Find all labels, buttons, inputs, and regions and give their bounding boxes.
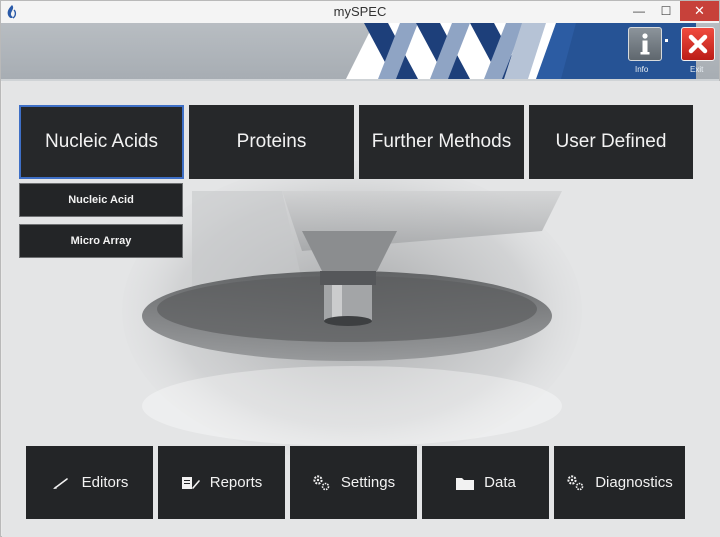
data-button[interactable]: Data bbox=[422, 446, 549, 519]
toolbar-separator bbox=[665, 39, 668, 42]
editors-label: Editors bbox=[81, 474, 129, 491]
folder-icon bbox=[456, 477, 475, 490]
minimize-button[interactable]: — bbox=[626, 1, 652, 21]
method-nucleic-acid-button[interactable]: Nucleic Acid bbox=[19, 183, 183, 217]
tab-nucleic-acids[interactable]: Nucleic Acids bbox=[19, 105, 184, 179]
diagnostics-button[interactable]: Diagnostics bbox=[554, 446, 685, 519]
method-label: Micro Array bbox=[70, 235, 132, 247]
tab-label: Proteins bbox=[236, 131, 307, 152]
editors-button[interactable]: Editors bbox=[26, 446, 153, 519]
tab-label: Nucleic Acids bbox=[45, 131, 158, 152]
data-label: Data bbox=[484, 474, 516, 491]
reports-button[interactable]: Reports bbox=[158, 446, 285, 519]
method-micro-array-button[interactable]: Micro Array bbox=[19, 224, 183, 258]
main-content: Nucleic Acids Proteins Further Methods U… bbox=[2, 81, 720, 537]
tab-label: Further Methods bbox=[371, 131, 512, 152]
method-label: Nucleic Acid bbox=[68, 194, 134, 206]
tab-label: User Defined bbox=[555, 131, 667, 152]
header-banner: Info Exit bbox=[1, 23, 719, 81]
reports-label: Reports bbox=[209, 474, 263, 491]
settings-button[interactable]: Settings bbox=[290, 446, 417, 519]
maximize-button[interactable]: ☐ bbox=[653, 1, 679, 21]
app-window: mySPEC — ☐ ✕ Info Exit Nucleic Acids Pro… bbox=[0, 0, 720, 537]
settings-label: Settings bbox=[340, 474, 396, 491]
close-icon bbox=[688, 34, 708, 54]
close-window-button[interactable]: ✕ bbox=[680, 1, 719, 21]
info-button[interactable] bbox=[628, 27, 662, 61]
info-label: Info bbox=[635, 65, 649, 74]
report-icon bbox=[181, 476, 200, 489]
title-bar[interactable]: mySPEC — ☐ ✕ bbox=[1, 1, 719, 23]
pen-icon bbox=[52, 477, 68, 489]
exit-button[interactable] bbox=[681, 27, 715, 61]
exit-label: Exit bbox=[690, 65, 704, 74]
tab-user-defined[interactable]: User Defined bbox=[529, 105, 693, 179]
window-title: mySPEC bbox=[333, 4, 387, 19]
gears-icon bbox=[567, 474, 584, 490]
tab-proteins[interactable]: Proteins bbox=[189, 105, 354, 179]
diagnostics-label: Diagnostics bbox=[595, 474, 673, 491]
tab-further-methods[interactable]: Further Methods bbox=[359, 105, 524, 179]
info-icon bbox=[640, 33, 650, 55]
gears-icon bbox=[313, 474, 330, 490]
